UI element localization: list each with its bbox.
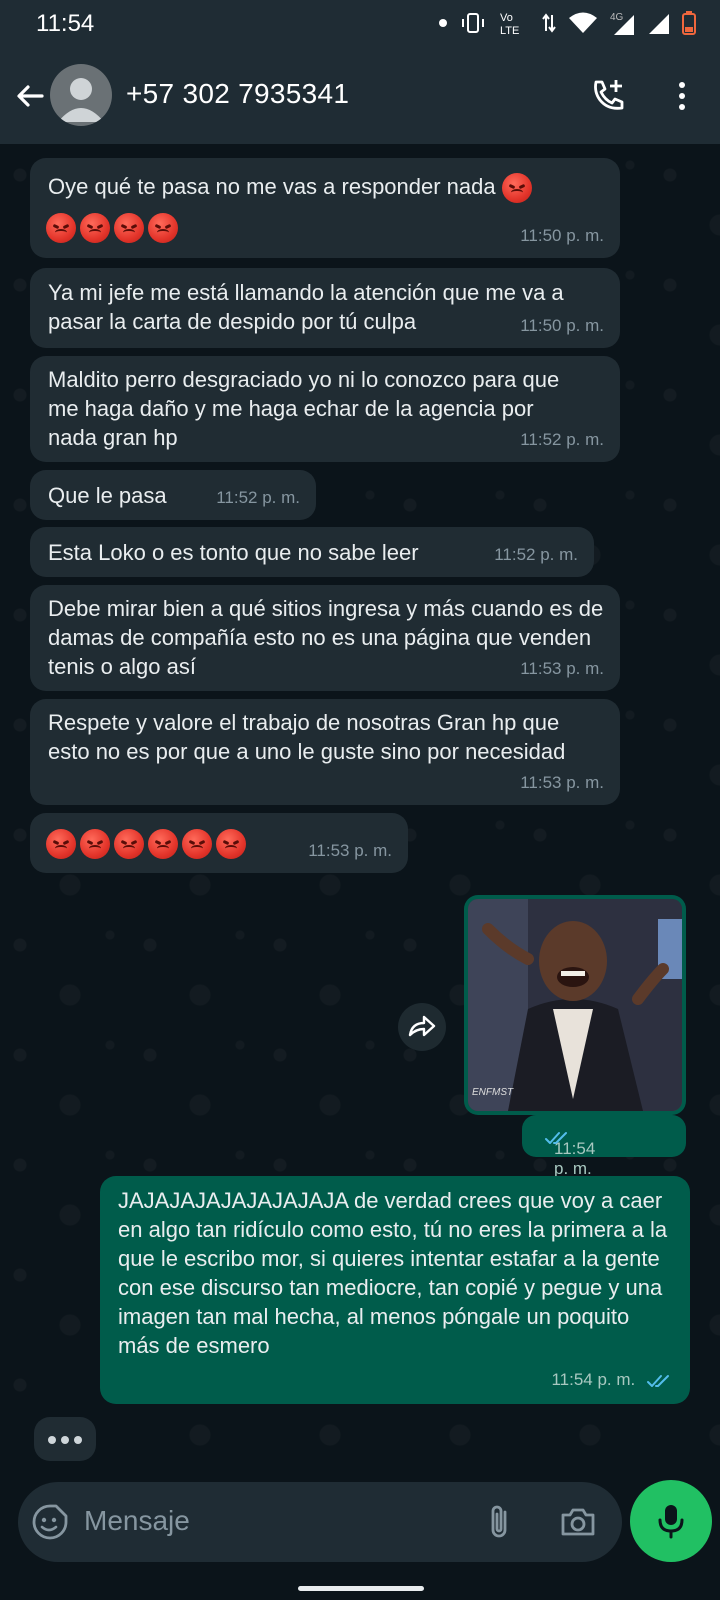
forward-icon [408, 1015, 436, 1037]
emoji-row [46, 828, 250, 860]
message-text: Oye qué te pasa no me vas a responder na… [48, 174, 496, 199]
message-text: Ya mi jefe me está llamando la atención … [48, 280, 564, 334]
message-bubble-incoming[interactable]: Esta Loko o es tonto que no sabe leer 11… [30, 527, 594, 577]
default-avatar-icon [58, 78, 104, 122]
message-text: JAJAJAJAJAJAJAJAJA de verdad crees que v… [118, 1188, 668, 1358]
back-arrow-icon[interactable] [12, 78, 48, 114]
message-time: 11:52 p. m. [216, 488, 300, 507]
chat-header: +57 302 7935341 [0, 48, 720, 144]
image-thumbnail[interactable]: ENFMST [468, 899, 682, 1111]
message-bubble-incoming[interactable]: Respete y valore el trabajo de nosotras … [30, 699, 620, 805]
message-text: Maldito perro desgraciado yo ni lo conoz… [48, 367, 560, 450]
svg-text:LTE: LTE [500, 25, 519, 36]
image-message[interactable]: ENFMST [464, 895, 686, 1115]
message-time: 11:53 p. m. [520, 773, 604, 792]
emoji-row [46, 212, 182, 244]
signal-4g-icon: 4G [610, 12, 634, 35]
message-bubble-incoming[interactable]: Oye qué te pasa no me vas a responder na… [30, 158, 620, 258]
svg-text:ENFMST: ENFMST [472, 1087, 514, 1098]
svg-text:4G: 4G [610, 12, 624, 23]
contact-name[interactable]: +57 302 7935341 [126, 78, 349, 110]
svg-text:Vo: Vo [500, 12, 513, 24]
avatar[interactable] [50, 64, 112, 126]
camera-icon[interactable] [558, 1502, 598, 1542]
typing-indicator [34, 1417, 96, 1461]
notification-dot-icon [439, 19, 447, 27]
battery-icon [682, 11, 696, 35]
message-bubble-incoming[interactable]: Que le pasa 11:52 p. m. [30, 470, 316, 520]
message-time: 11:54 p. m. [551, 1370, 636, 1389]
image-message-time-bubble: 11:54 p. m. [522, 1115, 686, 1178]
more-options-icon[interactable] [664, 78, 700, 114]
volte-icon: Vo LTE [500, 12, 519, 36]
signal-icon [649, 14, 669, 34]
message-time: 11:53 p. m. [308, 841, 392, 860]
photo-person-laughing: ENFMST [468, 899, 682, 1111]
add-call-icon[interactable] [588, 76, 628, 116]
data-arrows-icon [542, 13, 556, 33]
angry-face-emoji-icon [80, 829, 110, 860]
message-input[interactable]: Mensaje [84, 1505, 190, 1537]
angry-face-emoji-icon [46, 829, 76, 860]
emoji-sticker-icon[interactable] [30, 1502, 70, 1542]
angry-face-emoji-icon [114, 829, 144, 860]
message-time: 11:52 p. m. [494, 545, 578, 564]
angry-face-emoji-icon [148, 213, 178, 244]
message-text: Que le pasa [48, 483, 167, 508]
wifi-icon [569, 12, 597, 33]
read-double-check-icon [647, 1374, 669, 1387]
forward-button[interactable] [398, 1003, 446, 1051]
angry-face-emoji-icon [216, 829, 246, 860]
message-time: 11:50 p. m. [520, 316, 604, 335]
attach-icon[interactable] [480, 1502, 520, 1542]
status-icons: Vo LTE 4G [438, 10, 696, 36]
gesture-nav-handle[interactable] [298, 1586, 424, 1591]
angry-face-emoji-icon [46, 213, 76, 244]
message-text: Esta Loko o es tonto que no sabe leer [48, 540, 419, 565]
message-text: Respete y valore el trabajo de nosotras … [48, 710, 566, 764]
message-time: 11:52 p. m. [520, 430, 604, 449]
angry-face-emoji-icon [501, 173, 532, 204]
vibrate-icon [462, 13, 484, 33]
angry-face-emoji-icon [114, 213, 144, 244]
message-time: 11:53 p. m. [520, 659, 604, 678]
message-bubble-incoming[interactable]: Debe mirar bien a qué sitios ingresa y m… [30, 585, 620, 691]
status-time: 11:54 [36, 10, 95, 37]
message-composer[interactable]: Mensaje [18, 1482, 622, 1562]
status-bar: 11:54 Vo LTE 4G [0, 0, 720, 48]
message-bubble-incoming[interactable]: Maldito perro desgraciado yo ni lo conoz… [30, 356, 620, 462]
voice-message-button[interactable] [630, 1480, 712, 1562]
angry-face-emoji-icon [80, 213, 110, 244]
microphone-icon [658, 1505, 684, 1539]
message-bubble-outgoing[interactable]: JAJAJAJAJAJAJAJAJA de verdad crees que v… [100, 1176, 690, 1404]
angry-face-emoji-icon [148, 829, 178, 860]
message-bubble-incoming[interactable]: 11:53 p. m. [30, 813, 408, 873]
angry-face-emoji-icon [182, 829, 212, 860]
message-time: 11:54 p. m. [554, 1139, 596, 1178]
message-time: 11:50 p. m. [520, 226, 604, 245]
message-bubble-incoming[interactable]: Ya mi jefe me está llamando la atención … [30, 268, 620, 348]
